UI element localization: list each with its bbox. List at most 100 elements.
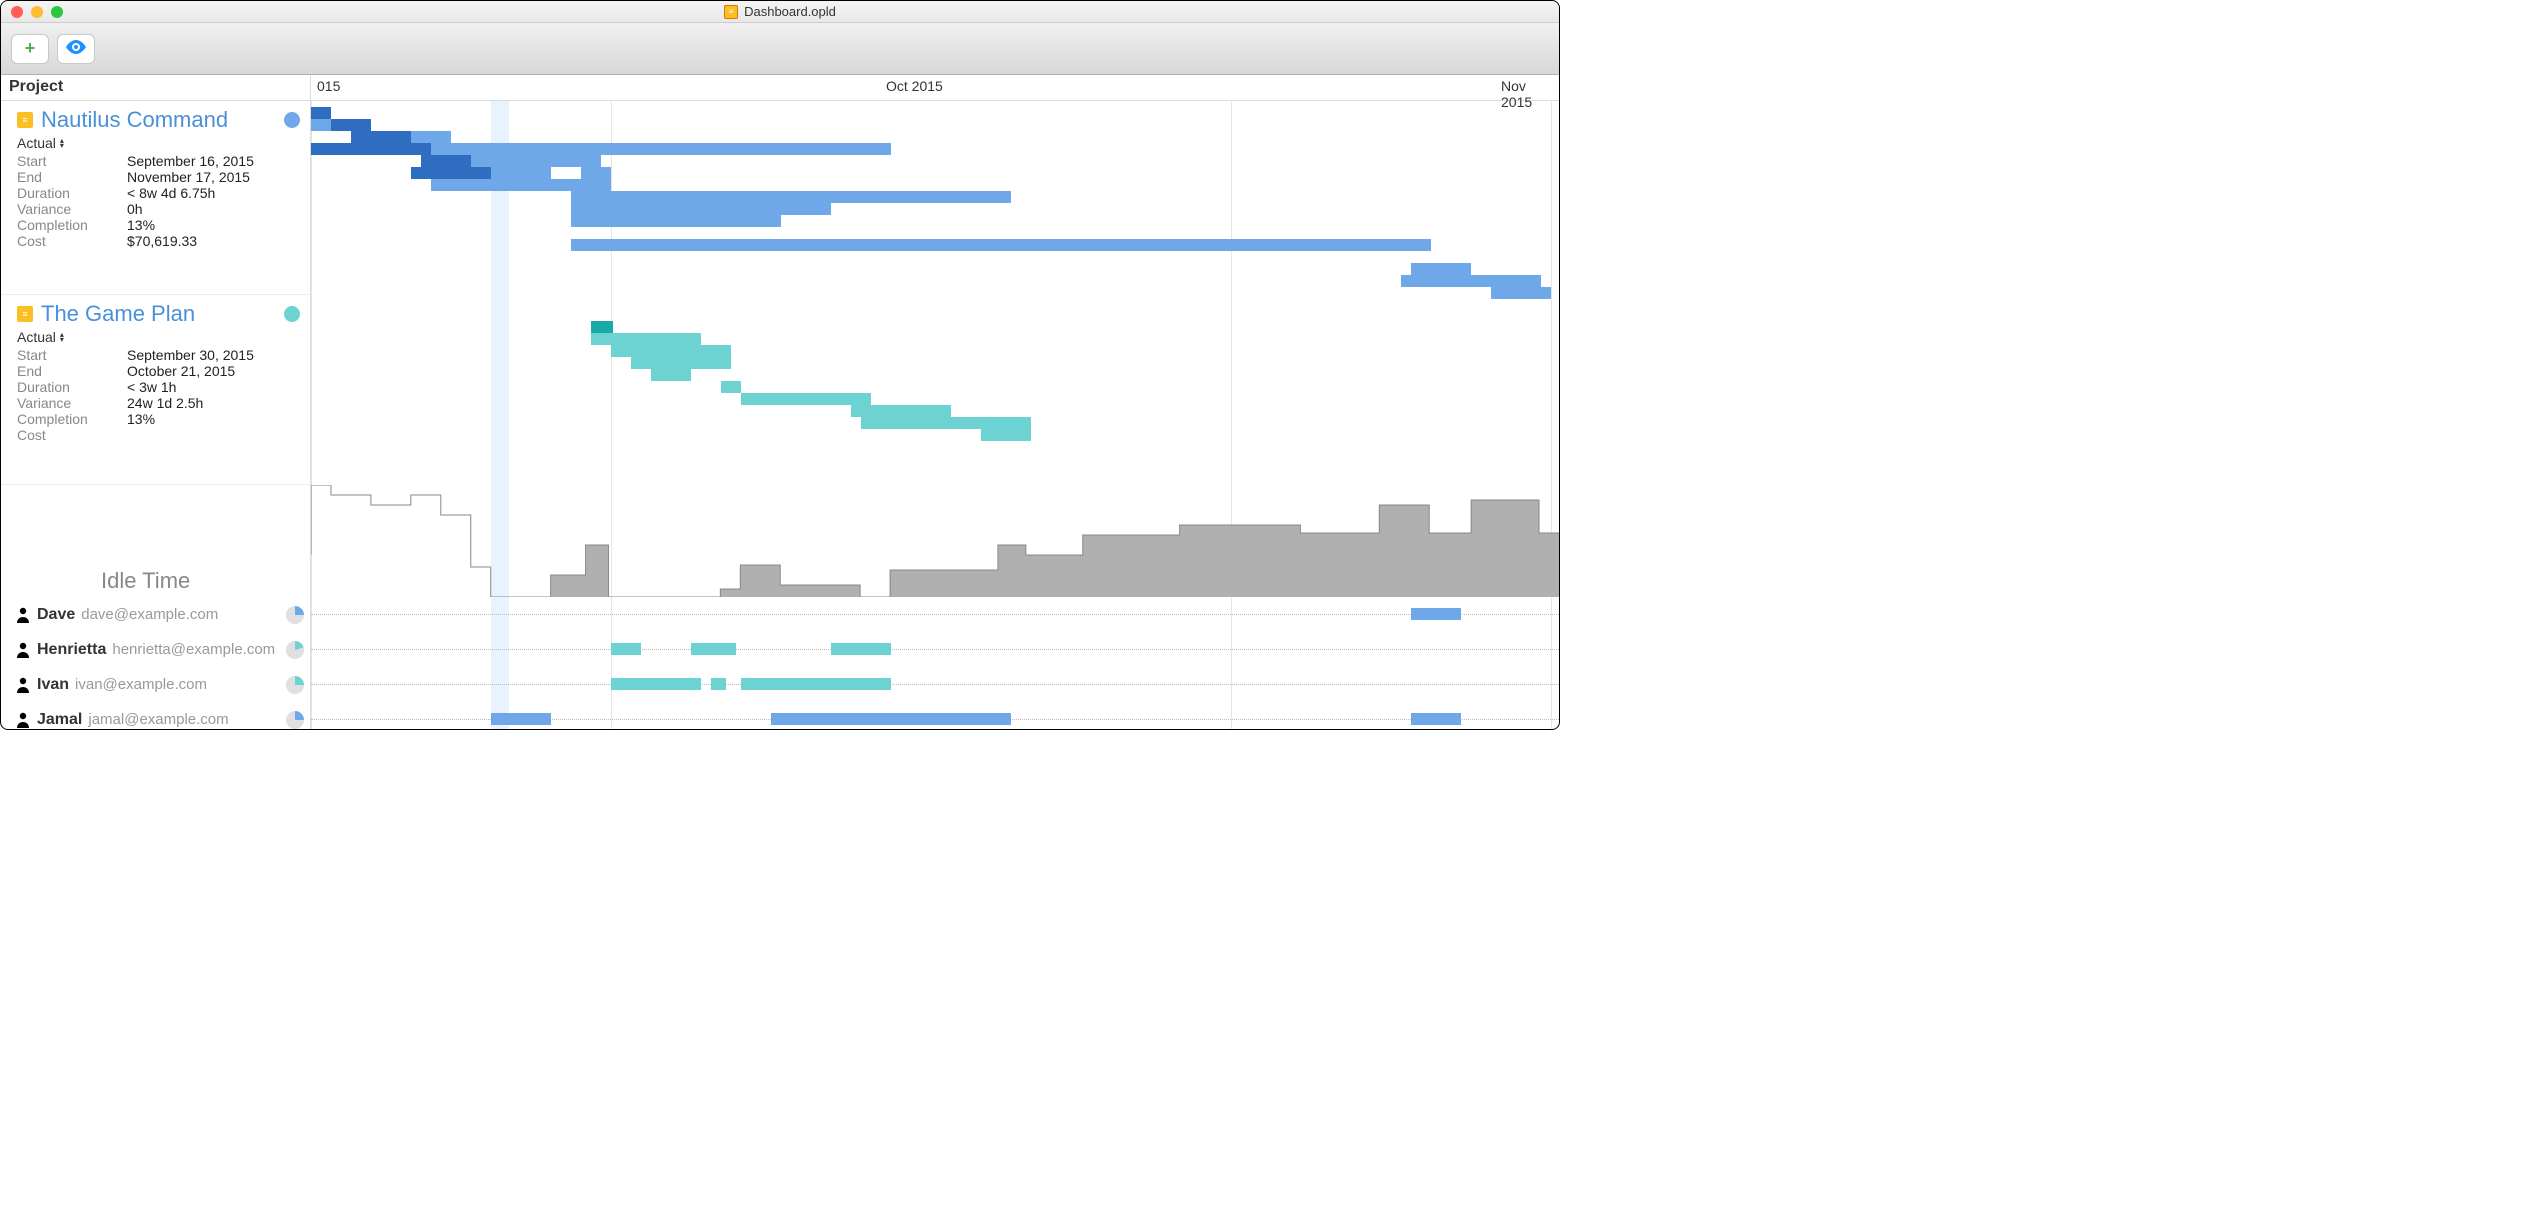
field-row: Cost <box>17 427 300 443</box>
mode-selector[interactable]: Actual ▴▾ <box>17 329 300 345</box>
resource-name: Henrietta <box>37 641 106 659</box>
gantt-bar[interactable] <box>861 417 1031 429</box>
gantt-bar[interactable] <box>1411 263 1471 275</box>
gantt-bar[interactable] <box>421 155 471 167</box>
resource-info[interactable]: Jamaljamal@example.com <box>1 702 311 729</box>
gantt-bar[interactable] <box>571 215 781 227</box>
resource-info[interactable]: Henrietta henrietta@example.com <box>1 632 311 667</box>
field-key: Duration <box>17 185 127 201</box>
idle-time-label: Idle Time <box>101 568 190 594</box>
resource-info[interactable]: Dave dave@example.com <box>1 597 311 632</box>
project-icon: ≡ <box>17 306 33 322</box>
gantt-bar[interactable] <box>581 167 611 179</box>
plus-icon: + <box>25 38 36 59</box>
minimize-icon[interactable] <box>31 6 43 18</box>
field-row: Cost$70,619.33 <box>17 233 300 249</box>
resource-bar[interactable] <box>611 643 641 655</box>
field-value: < 8w 4d 6.75h <box>127 185 215 201</box>
gantt-bar[interactable] <box>591 333 701 345</box>
gantt-bar[interactable] <box>571 191 1011 203</box>
gantt-bar[interactable] <box>981 429 1031 441</box>
window-title: ≡ Dashboard.opld <box>1 4 1559 19</box>
project-column-header[interactable]: Project <box>1 75 311 100</box>
gantt-bar[interactable] <box>721 381 741 393</box>
resource-bar[interactable] <box>691 643 736 655</box>
field-row: Duration< 8w 4d 6.75h <box>17 185 300 201</box>
resource-bar[interactable] <box>741 678 891 690</box>
resource-timeline-row <box>311 702 1559 729</box>
resource-baseline <box>311 649 1559 650</box>
resource-bar[interactable] <box>491 713 551 725</box>
field-value: 0h <box>127 201 143 217</box>
add-button[interactable]: + <box>11 34 49 64</box>
utilization-pie-icon <box>286 676 304 694</box>
fullscreen-icon[interactable] <box>51 6 63 18</box>
gantt-bar[interactable] <box>311 143 431 155</box>
resource-bar[interactable] <box>831 643 891 655</box>
window-title-text: Dashboard.opld <box>744 4 836 19</box>
close-icon[interactable] <box>11 6 23 18</box>
field-row: Variance24w 1d 2.5h <box>17 395 300 411</box>
gantt-bar[interactable] <box>1491 287 1551 299</box>
gantt-bar[interactable] <box>331 119 371 131</box>
project-icon: ≡ <box>17 112 33 128</box>
sort-icon: ▴▾ <box>60 330 70 344</box>
content-area: ≡ Nautilus Command Actual ▴▾ StartSeptember … <box>1 101 1559 729</box>
resource-email: henrietta@example.com <box>112 641 275 658</box>
person-icon <box>15 712 31 728</box>
gantt-bar[interactable] <box>1401 275 1541 287</box>
gantt-bar[interactable] <box>431 179 611 191</box>
titlebar: ≡ Dashboard.opld <box>1 1 1559 23</box>
field-row: EndNovember 17, 2015 <box>17 169 300 185</box>
person-icon <box>15 642 31 658</box>
field-value: 24w 1d 2.5h <box>127 395 203 411</box>
field-row: EndOctober 21, 2015 <box>17 363 300 379</box>
resource-email: dave@example.com <box>81 606 218 623</box>
field-value: September 30, 2015 <box>127 347 254 363</box>
project-name-link[interactable]: The Game Plan <box>41 301 195 327</box>
project-color-dot <box>284 112 300 128</box>
gantt-bar[interactable] <box>591 321 613 333</box>
field-row: Completion13% <box>17 217 300 233</box>
utilization-pie-icon <box>286 641 304 659</box>
gantt-bar[interactable] <box>311 107 331 119</box>
column-header-row: Project 015Oct 2015Nov 2015 <box>1 75 1559 101</box>
resource-bar[interactable] <box>771 713 1011 725</box>
gantt-bar[interactable] <box>571 203 831 215</box>
idle-sidebar: Idle Time <box>1 485 310 597</box>
resource-baseline <box>311 684 1559 685</box>
resource-email: ivan@example.com <box>75 676 207 693</box>
resource-name: Dave <box>37 606 75 624</box>
field-value: < 3w 1h <box>127 379 176 395</box>
resource-bar[interactable] <box>711 678 726 690</box>
field-key: Variance <box>17 201 127 217</box>
resource-info[interactable]: Ivanivan@example.com <box>1 667 311 702</box>
resource-sidebar-row: Dave dave@example.com <box>1 597 310 632</box>
resource-timeline-row <box>311 597 1559 632</box>
field-row: StartSeptember 30, 2015 <box>17 347 300 363</box>
timeline[interactable] <box>311 101 1559 729</box>
gantt-bar[interactable] <box>571 239 1431 251</box>
resource-name: Jamal <box>37 711 82 729</box>
project-title-row: ≡ The Game Plan <box>17 301 300 327</box>
sort-icon: ▴▾ <box>60 136 70 150</box>
project-name-link[interactable]: Nautilus Command <box>41 107 228 133</box>
project-fields: StartSeptember 30, 2015EndOctober 21, 20… <box>17 347 300 443</box>
field-value: 13% <box>127 411 155 427</box>
gantt-bar[interactable] <box>851 405 951 417</box>
gantt-bar[interactable] <box>741 393 871 405</box>
view-button[interactable] <box>57 34 95 64</box>
resource-sidebar-row: Jamaljamal@example.com <box>1 702 310 729</box>
gantt-bar[interactable] <box>611 345 731 357</box>
gantt-bar[interactable] <box>411 167 491 179</box>
mode-selector[interactable]: Actual ▴▾ <box>17 135 300 151</box>
gantt-bar[interactable] <box>651 369 691 381</box>
gantt-bar[interactable] <box>631 357 731 369</box>
project-title-row: ≡ Nautilus Command <box>17 107 300 133</box>
resource-bar[interactable] <box>611 678 701 690</box>
resource-bar[interactable] <box>1411 713 1461 725</box>
mode-label: Actual <box>17 135 56 151</box>
mode-label: Actual <box>17 329 56 345</box>
gantt-bar[interactable] <box>351 131 411 143</box>
resource-bar[interactable] <box>1411 608 1461 620</box>
